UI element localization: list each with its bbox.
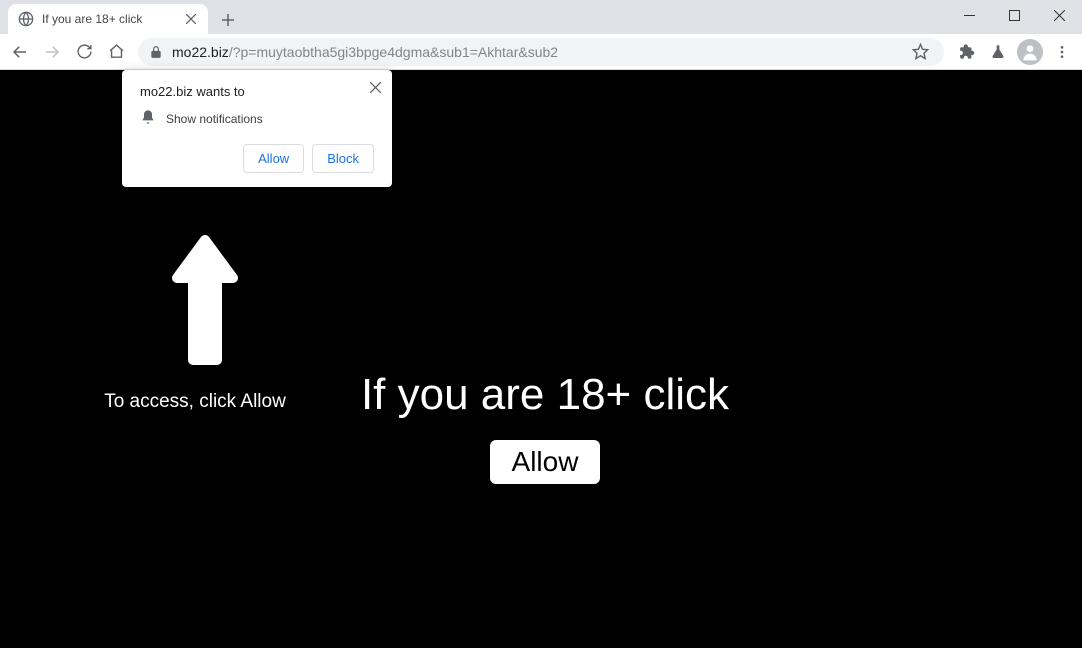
popup-block-button[interactable]: Block [312, 144, 374, 173]
profile-avatar[interactable] [1016, 38, 1044, 66]
main-heading: If you are 18+ click [310, 370, 780, 420]
toolbar: mo22.biz/?p=muytaobtha5gi3bpge4dgma&sub1… [0, 34, 1082, 70]
new-tab-button[interactable] [214, 6, 242, 34]
back-button[interactable] [6, 38, 34, 66]
forward-button[interactable] [38, 38, 66, 66]
instruction-block: To access, click Allow [95, 230, 295, 413]
tab-strip: If you are 18+ click [0, 0, 1082, 34]
address-bar[interactable]: mo22.biz/?p=muytaobtha5gi3bpge4dgma&sub1… [138, 38, 944, 66]
url-text: mo22.biz/?p=muytaobtha5gi3bpge4dgma&sub1… [172, 44, 898, 60]
reload-button[interactable] [70, 38, 98, 66]
arrow-up-icon [165, 230, 225, 375]
popup-close-button[interactable] [366, 78, 384, 96]
chrome-menu-button[interactable] [1048, 38, 1076, 66]
url-path: /?p=muytaobtha5gi3bpge4dgma&sub1=Akhtar&… [229, 44, 558, 60]
popup-title: mo22.biz wants to [140, 84, 374, 99]
url-domain: mo22.biz [172, 44, 229, 60]
instruction-text: To access, click Allow [95, 391, 295, 413]
main-block: If you are 18+ click Allow [310, 370, 780, 484]
lab-icon[interactable] [984, 38, 1012, 66]
popup-permission-text: Show notifications [166, 112, 263, 126]
bell-icon [140, 109, 156, 128]
window-minimize-button[interactable] [947, 0, 992, 30]
window-maximize-button[interactable] [992, 0, 1037, 30]
tab-title: If you are 18+ click [42, 12, 176, 26]
bookmark-star-icon[interactable] [906, 38, 934, 66]
lock-icon [148, 44, 164, 60]
browser-tab[interactable]: If you are 18+ click [8, 4, 208, 34]
tab-close-button[interactable] [184, 12, 198, 26]
globe-icon [18, 11, 34, 27]
notification-permission-popup: mo22.biz wants to Show notifications All… [122, 70, 392, 187]
window-close-button[interactable] [1037, 0, 1082, 30]
extensions-icon[interactable] [952, 38, 980, 66]
page-allow-button[interactable]: Allow [490, 440, 601, 484]
home-button[interactable] [102, 38, 130, 66]
popup-allow-button[interactable]: Allow [243, 144, 304, 173]
